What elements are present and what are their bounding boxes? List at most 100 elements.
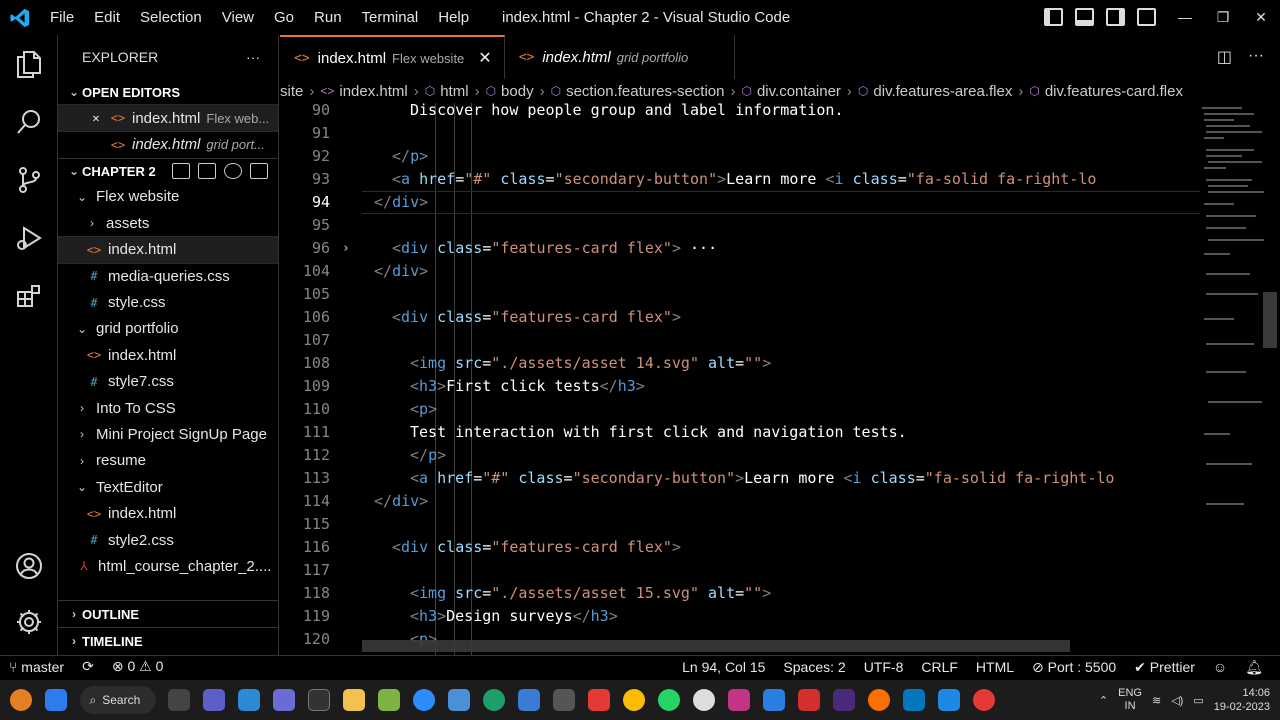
more-actions-icon[interactable]: ···: [1248, 47, 1264, 67]
edge-icon[interactable]: [483, 689, 505, 711]
whatsapp-icon[interactable]: [658, 689, 680, 711]
battery-icon[interactable]: ▭: [1193, 694, 1203, 707]
indentation[interactable]: Spaces: 2: [774, 659, 854, 675]
branch-status[interactable]: ⑂ master: [0, 659, 73, 675]
code-line[interactable]: 91: [280, 122, 1200, 145]
code-line[interactable]: 93 <a href="#" class="secondary-button">L…: [280, 168, 1200, 191]
volume-icon[interactable]: ◁): [1171, 694, 1183, 707]
tree-folder[interactable]: › assets: [58, 210, 278, 236]
tree-file[interactable]: # style2.css: [58, 527, 278, 553]
tree-file[interactable]: # media-queries.css: [58, 263, 278, 289]
notifications-bell-icon[interactable]: 🔔︎: [1236, 659, 1272, 676]
code-line[interactable]: 106 <div class="features-card flex">: [280, 306, 1200, 329]
code-line[interactable]: 113 <a href="#" class="secondary-button">…: [280, 467, 1200, 490]
tree-file[interactable]: <> index.html: [58, 500, 278, 526]
code-line[interactable]: 118 <img src="./assets/asset 15.svg" alt=…: [280, 582, 1200, 605]
toggle-primary-sidebar-icon[interactable]: [1044, 8, 1063, 26]
sync-icon[interactable]: ⟳: [73, 658, 103, 675]
tab-index-grid-portfolio[interactable]: <> index.html grid portfolio: [505, 35, 735, 79]
split-editor-icon[interactable]: ◫: [1217, 47, 1232, 67]
tree-file[interactable]: <> index.html: [58, 342, 278, 368]
problems-status[interactable]: ⊗ 0 ⚠ 0: [103, 658, 173, 675]
customize-layout-icon[interactable]: [1137, 8, 1156, 26]
maximize-icon[interactable]: ❐: [1204, 0, 1242, 35]
app-icon[interactable]: [273, 689, 295, 711]
menu-help[interactable]: Help: [428, 0, 479, 35]
intellij-icon[interactable]: [833, 689, 855, 711]
fold-chevron-icon[interactable]: ›: [342, 237, 350, 260]
tree-file[interactable]: # style.css: [58, 289, 278, 315]
app-icon[interactable]: [553, 689, 575, 711]
collapse-all-icon[interactable]: [250, 163, 268, 180]
tab-index-flex-website[interactable]: <> index.html Flex website ✕: [280, 35, 505, 79]
encoding[interactable]: UTF-8: [855, 659, 913, 675]
live-server-port[interactable]: ⊘ Port : 5500: [1023, 659, 1125, 676]
open-editors-section[interactable]: ⌄ OPEN EDITORS: [58, 79, 278, 105]
folder-section[interactable]: ⌄ CHAPTER 2: [58, 157, 278, 184]
zoom-icon[interactable]: [413, 689, 435, 711]
minimize-icon[interactable]: —: [1166, 0, 1204, 35]
app-icon[interactable]: [448, 689, 470, 711]
tree-folder[interactable]: ⌄ Flex website: [58, 184, 278, 210]
code-line[interactable]: 104 </div>: [280, 260, 1200, 283]
teams-chat-icon[interactable]: [203, 689, 225, 711]
app-icon[interactable]: [973, 689, 995, 711]
notion-icon[interactable]: [308, 689, 330, 711]
breadcrumb-item[interactable]: ⬡ div.features-card.flex: [1023, 83, 1183, 100]
app-icon[interactable]: [378, 689, 400, 711]
store-icon[interactable]: [238, 689, 260, 711]
outline-section[interactable]: › OUTLINE: [58, 600, 278, 627]
tree-file[interactable]: # style7.css: [58, 369, 278, 395]
menu-run[interactable]: Run: [304, 0, 352, 35]
explorer-icon[interactable]: [0, 35, 58, 93]
cursor-position[interactable]: Ln 94, Col 15: [673, 659, 774, 675]
chrome-icon[interactable]: [623, 689, 645, 711]
explorer-more-icon[interactable]: ···: [246, 49, 260, 65]
settings-gear-icon[interactable]: [0, 593, 58, 651]
new-folder-icon[interactable]: [198, 163, 216, 180]
breadcrumb-item[interactable]: ⬡ div.container ›: [735, 83, 851, 100]
prettier-status[interactable]: ✔ Prettier: [1125, 659, 1204, 676]
vscode-taskbar-icon[interactable]: [938, 689, 960, 711]
tree-folder[interactable]: › resume: [58, 448, 278, 474]
clock-app-icon[interactable]: [693, 689, 715, 711]
toggle-panel-icon[interactable]: [1075, 8, 1094, 26]
code-line[interactable]: 95: [280, 214, 1200, 237]
menu-selection[interactable]: Selection: [130, 0, 212, 35]
code-line[interactable]: 105: [280, 283, 1200, 306]
tree-folder[interactable]: › Into To CSS: [58, 395, 278, 421]
breadcrumb-item[interactable]: site ›: [280, 83, 314, 100]
tree-folder[interactable]: › Mini Project SignUp Page: [58, 421, 278, 447]
code-line[interactable]: 110 <p>: [280, 398, 1200, 421]
close-tab-icon[interactable]: ✕: [478, 48, 491, 68]
tree-folder[interactable]: ⌄ TextEditor: [58, 474, 278, 500]
code-line[interactable]: 115: [280, 513, 1200, 536]
code-line[interactable]: 108 <img src="./assets/asset 14.svg" alt=…: [280, 352, 1200, 375]
todo-icon[interactable]: [763, 689, 785, 711]
breadcrumb-item[interactable]: <> index.html ›: [314, 83, 418, 100]
code-line[interactable]: 119 <h3>Design surveys</h3>: [280, 605, 1200, 628]
search-icon[interactable]: [0, 93, 58, 151]
breadcrumb-item[interactable]: ⬡ div.features-area.flex ›: [852, 83, 1023, 100]
code-line[interactable]: 114 </div>: [280, 490, 1200, 513]
acrobat-icon[interactable]: [798, 689, 820, 711]
menu-go[interactable]: Go: [264, 0, 304, 35]
source-control-icon[interactable]: [0, 151, 58, 209]
windows-start-icon[interactable]: [45, 689, 67, 711]
refresh-icon[interactable]: [224, 163, 242, 180]
code-line[interactable]: 94 </div>: [280, 191, 1200, 214]
code-editor[interactable]: 90 Discover how people group and label in…: [280, 103, 1200, 655]
chevron-up-icon[interactable]: ⌃: [1099, 694, 1108, 707]
code-line[interactable]: 96 › <div class="features-card flex"> ···: [280, 237, 1200, 260]
vertical-scrollbar[interactable]: [1263, 292, 1277, 348]
menu-terminal[interactable]: Terminal: [352, 0, 429, 35]
instagram-icon[interactable]: [728, 689, 750, 711]
menu-view[interactable]: View: [212, 0, 264, 35]
code-line[interactable]: 116 <div class="features-card flex">: [280, 536, 1200, 559]
wifi-icon[interactable]: ≋: [1152, 694, 1161, 707]
file-explorer-icon[interactable]: [343, 689, 365, 711]
feedback-icon[interactable]: ☺: [1204, 659, 1236, 675]
lang-indicator[interactable]: ENG IN: [1118, 687, 1142, 713]
postman-icon[interactable]: [868, 689, 890, 711]
run-debug-icon[interactable]: [0, 209, 58, 267]
